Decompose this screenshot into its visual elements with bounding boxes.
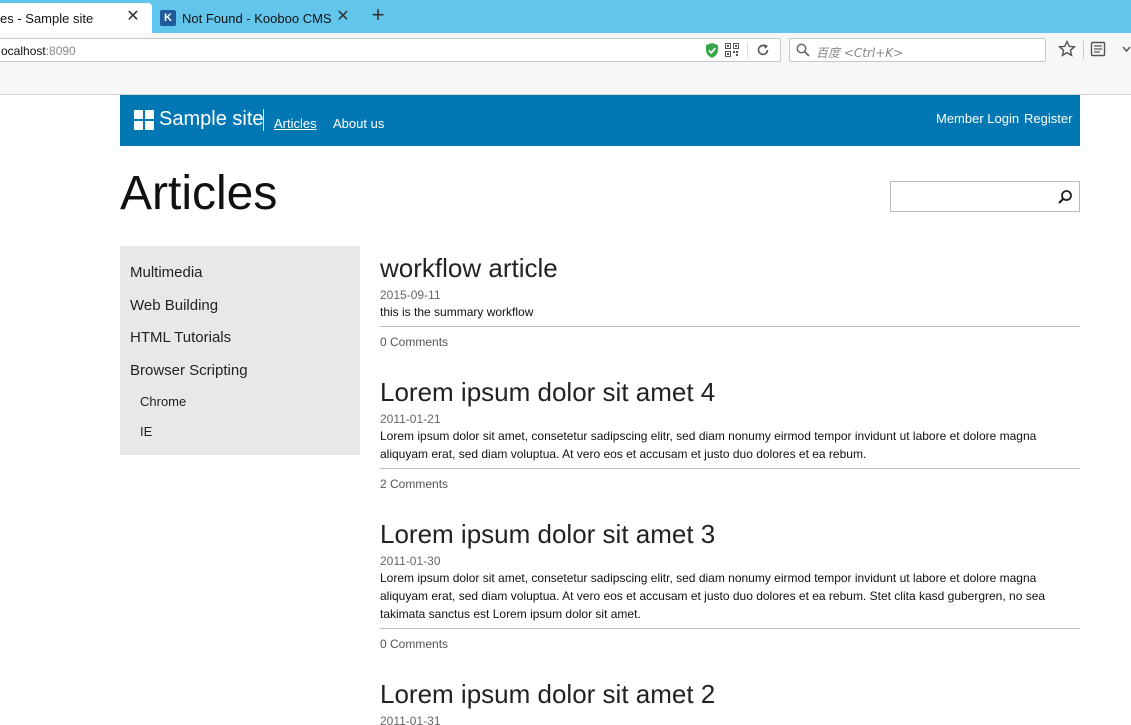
shield-icon[interactable] <box>705 43 719 58</box>
site-name-link[interactable]: Sample site <box>159 108 264 131</box>
member-login-link[interactable]: Member Login <box>936 111 1019 126</box>
close-icon[interactable]: ✕ <box>126 9 140 25</box>
article-title-link[interactable]: workflow article <box>380 253 558 284</box>
category-multimedia[interactable]: Multimedia <box>130 264 203 281</box>
url-text: ocalhost:8090 <box>1 44 76 58</box>
subcategory-chrome[interactable]: Chrome <box>140 394 186 409</box>
page-title: Articles <box>120 167 278 220</box>
search-placeholder: 百度 <Ctrl+K> <box>816 46 904 60</box>
article-date: 2011-01-30 <box>380 554 441 568</box>
category-html-tutorials[interactable]: HTML Tutorials <box>130 329 231 346</box>
article-divider <box>380 468 1080 469</box>
register-link[interactable]: Register <box>1024 111 1072 126</box>
article-title-link[interactable]: Lorem ipsum dolor sit amet 4 <box>380 377 715 408</box>
article-date: 2015-09-11 <box>380 288 441 302</box>
search-icon[interactable] <box>1057 189 1073 205</box>
tab-title: Not Found - Kooboo CMS <box>182 10 332 26</box>
kooboo-favicon-icon: K <box>160 10 176 26</box>
browser-toolbar: ocalhost:8090 百度 <Ctrl+K> <box>0 33 1131 95</box>
header-divider <box>263 109 264 131</box>
subcategory-ie[interactable]: IE <box>140 424 152 439</box>
qr-code-icon[interactable] <box>725 43 739 57</box>
toolbar-separator <box>1083 41 1084 59</box>
site-search-input[interactable] <box>890 181 1080 212</box>
article-summary: Lorem ipsum dolor sit amet, consetetur s… <box>380 571 1046 621</box>
article-title-link[interactable]: Lorem ipsum dolor sit amet 3 <box>380 519 715 550</box>
tab-sample-site[interactable]: es - Sample site ✕ <box>0 3 152 33</box>
browser-tabstrip: es - Sample site ✕ K Not Found - Kooboo … <box>0 0 1131 33</box>
article-date: 2011-01-21 <box>380 412 441 426</box>
article-divider <box>380 628 1080 629</box>
url-separator <box>747 42 748 59</box>
search-engine-box[interactable]: 百度 <Ctrl+K> <box>789 38 1046 62</box>
article-divider <box>380 326 1080 327</box>
new-tab-button[interactable]: + <box>367 4 389 27</box>
article-comments-link[interactable]: 2 Comments <box>380 477 448 491</box>
chevron-down-icon[interactable] <box>1122 45 1131 53</box>
search-icon <box>796 43 810 57</box>
article-comments-link[interactable]: 0 Comments <box>380 335 448 349</box>
article-summary: this is the summary workflow <box>380 305 534 319</box>
article-title-link[interactable]: Lorem ipsum dolor sit amet 2 <box>380 679 715 710</box>
category-sidebar: Multimedia Web Building HTML Tutorials B… <box>120 246 360 455</box>
nav-about-us-link[interactable]: About us <box>333 116 384 131</box>
tab-not-found[interactable]: K Not Found - Kooboo CMS ✕ <box>158 3 356 33</box>
bookmark-star-icon[interactable] <box>1058 40 1076 58</box>
nav-articles-link[interactable]: Articles <box>274 116 317 131</box>
tab-title: es - Sample site <box>0 10 94 26</box>
close-icon[interactable]: ✕ <box>336 9 350 25</box>
reload-icon[interactable] <box>756 43 770 57</box>
article-summary: Lorem ipsum dolor sit amet, consetetur s… <box>380 429 1037 461</box>
article-comments-link[interactable]: 0 Comments <box>380 637 448 651</box>
category-web-building[interactable]: Web Building <box>130 297 218 314</box>
windows-logo-icon[interactable] <box>134 110 154 130</box>
article-date: 2011-01-31 <box>380 714 441 725</box>
category-browser-scripting[interactable]: Browser Scripting <box>130 362 248 379</box>
address-bar[interactable]: ocalhost:8090 <box>0 38 781 62</box>
site-header: Sample site Articles About us Member Log… <box>120 95 1080 146</box>
reading-list-icon[interactable] <box>1090 41 1106 57</box>
